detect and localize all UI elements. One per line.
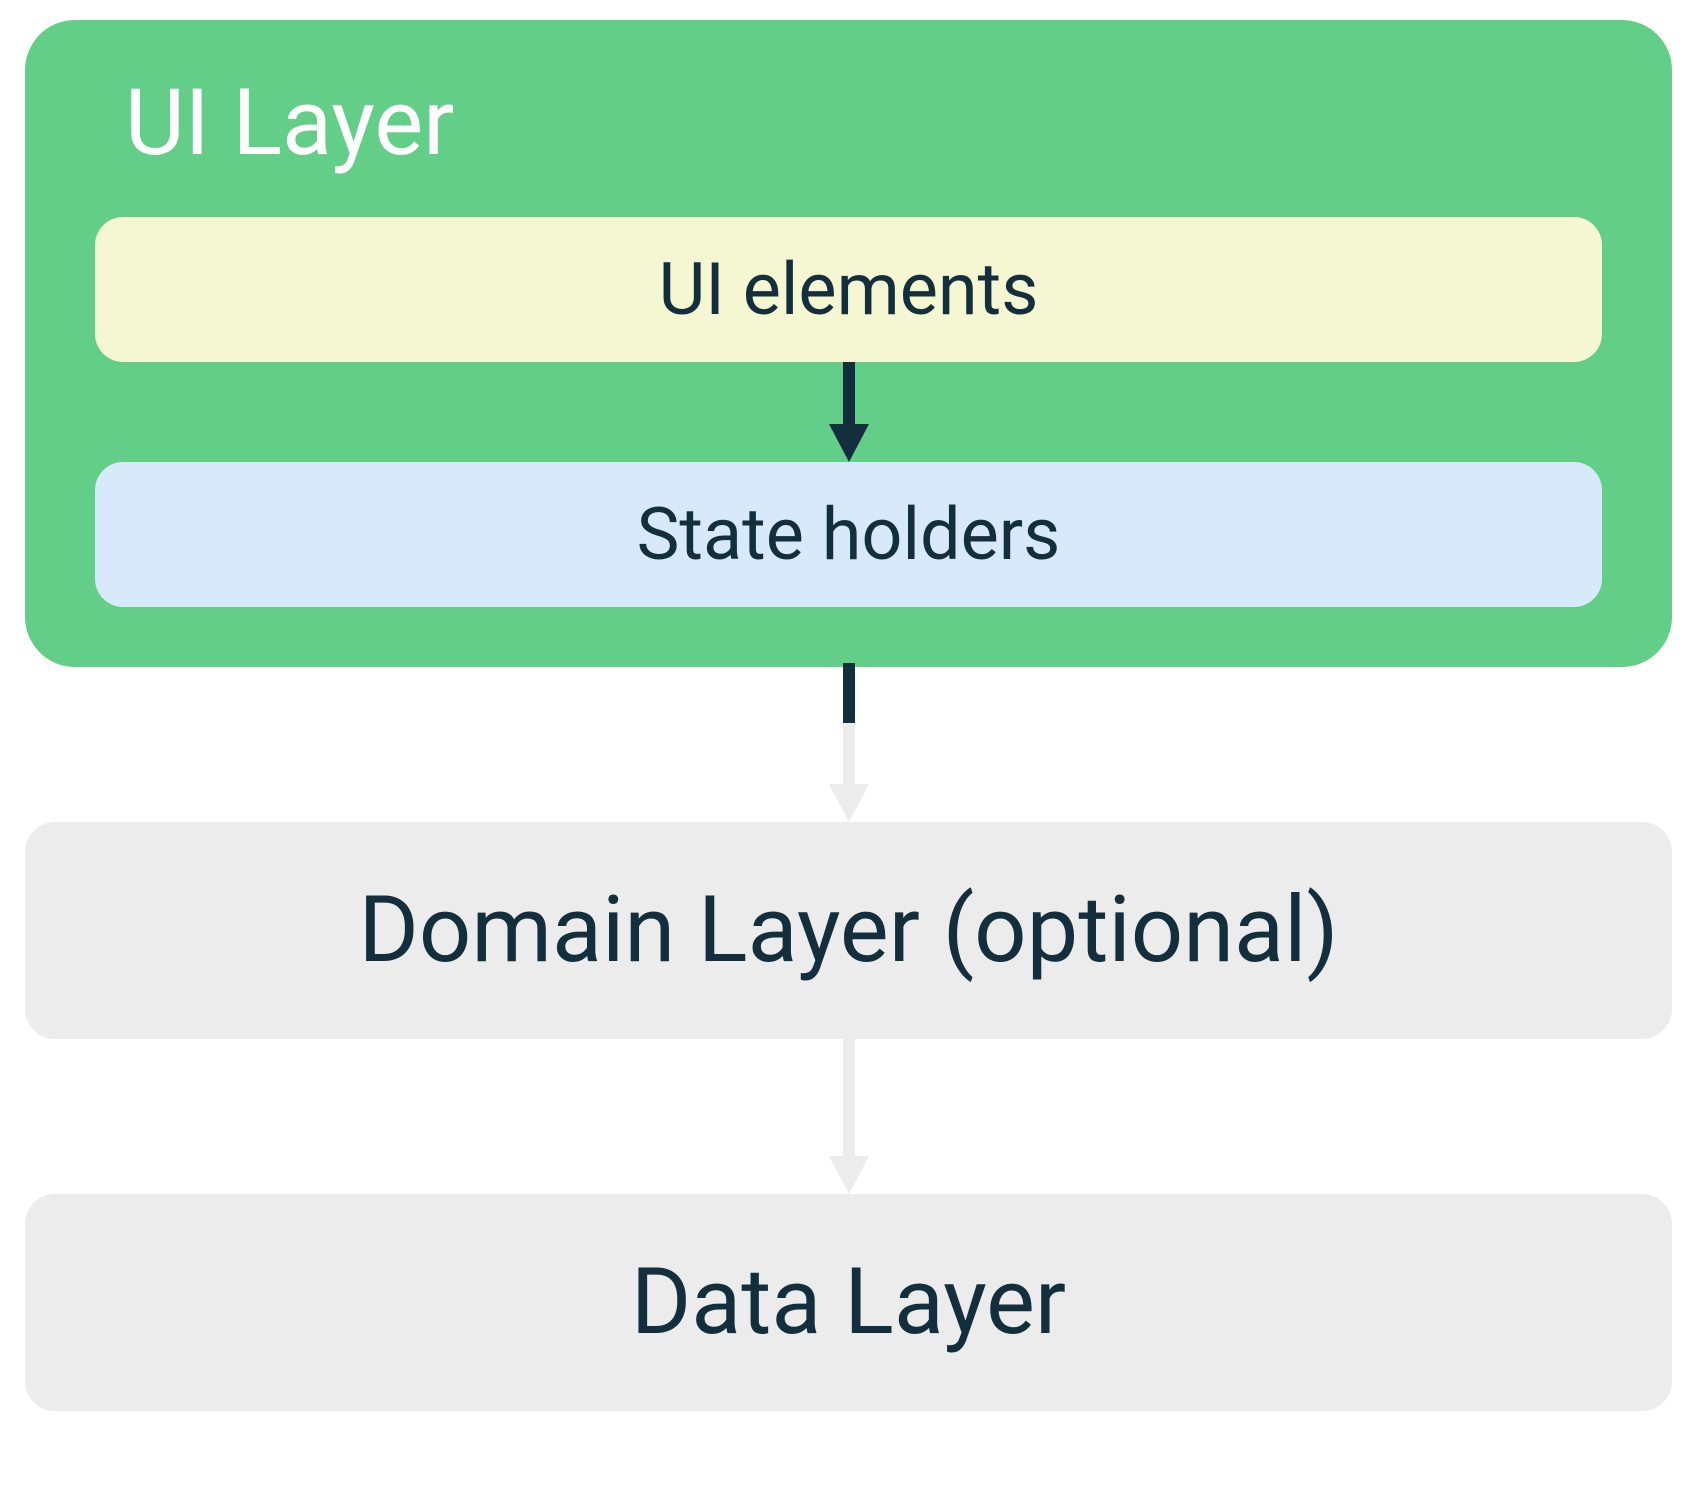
arrow-down-icon (824, 1039, 874, 1194)
ui-layer-title: UI Layer (125, 70, 1602, 177)
arrow-down-icon (824, 362, 874, 462)
data-layer-box: Data Layer (25, 1194, 1672, 1411)
ui-layer-container: UI Layer UI elements State holders (25, 20, 1672, 667)
arrow-ui-to-state (95, 362, 1602, 462)
state-holders-box: State holders (95, 462, 1602, 607)
architecture-diagram: UI Layer UI elements State holders (25, 20, 1672, 1411)
ui-elements-box: UI elements (95, 217, 1602, 362)
domain-layer-box: Domain Layer (optional) (25, 822, 1672, 1039)
arrow-state-exit (824, 663, 874, 727)
arrow-domain-to-data (25, 1039, 1672, 1194)
